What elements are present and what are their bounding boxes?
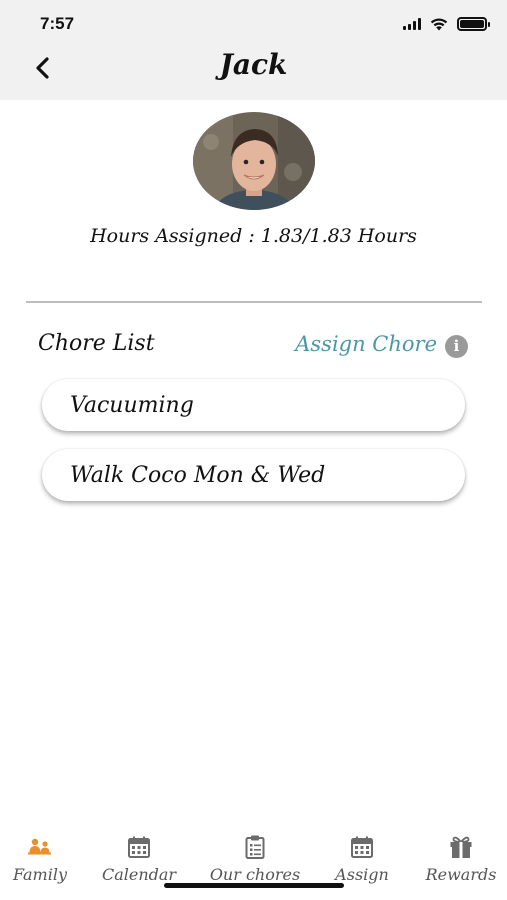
info-icon[interactable]: i	[445, 335, 468, 358]
wifi-icon	[430, 18, 448, 31]
gift-icon	[448, 835, 474, 859]
cellular-signal-icon	[403, 18, 421, 30]
status-time: 7:57	[40, 14, 75, 33]
bottom-tab-bar: Family Calendar Our chores Assign Reward…	[0, 830, 507, 900]
chore-item-label: Vacuuming	[70, 392, 194, 418]
chore-list-title: Chore List	[38, 331, 155, 356]
tab-family[interactable]: Family	[10, 835, 70, 895]
tab-rewards[interactable]: Rewards	[425, 835, 497, 895]
tab-label: Assign	[335, 865, 389, 884]
tab-label: Family	[13, 865, 67, 884]
calendar-icon	[126, 835, 152, 859]
assign-chore-link[interactable]: Assign Chore	[295, 332, 437, 356]
back-button[interactable]	[24, 50, 60, 86]
chevron-left-icon	[36, 57, 49, 79]
chore-item-label: Walk Coco Mon & Wed	[70, 462, 326, 488]
hours-assigned: Hours Assigned : 1.83/1.83 Hours	[90, 225, 417, 247]
chore-item[interactable]: Walk Coco Mon & Wed	[42, 449, 465, 501]
battery-icon	[457, 17, 490, 31]
family-icon	[27, 835, 53, 859]
tab-label: Our chores	[209, 865, 301, 884]
chore-item[interactable]: Vacuuming	[42, 379, 465, 431]
page-title: Jack	[219, 48, 288, 81]
home-indicator[interactable]	[164, 883, 344, 888]
tab-label: Rewards	[425, 865, 497, 884]
avatar	[193, 112, 315, 210]
divider	[26, 301, 482, 303]
top-bar: 7:57 Jack	[0, 0, 507, 100]
status-icons	[403, 17, 490, 31]
tab-label: Calendar	[101, 865, 177, 884]
clipboard-icon	[242, 835, 268, 859]
calendar-icon	[349, 835, 375, 859]
